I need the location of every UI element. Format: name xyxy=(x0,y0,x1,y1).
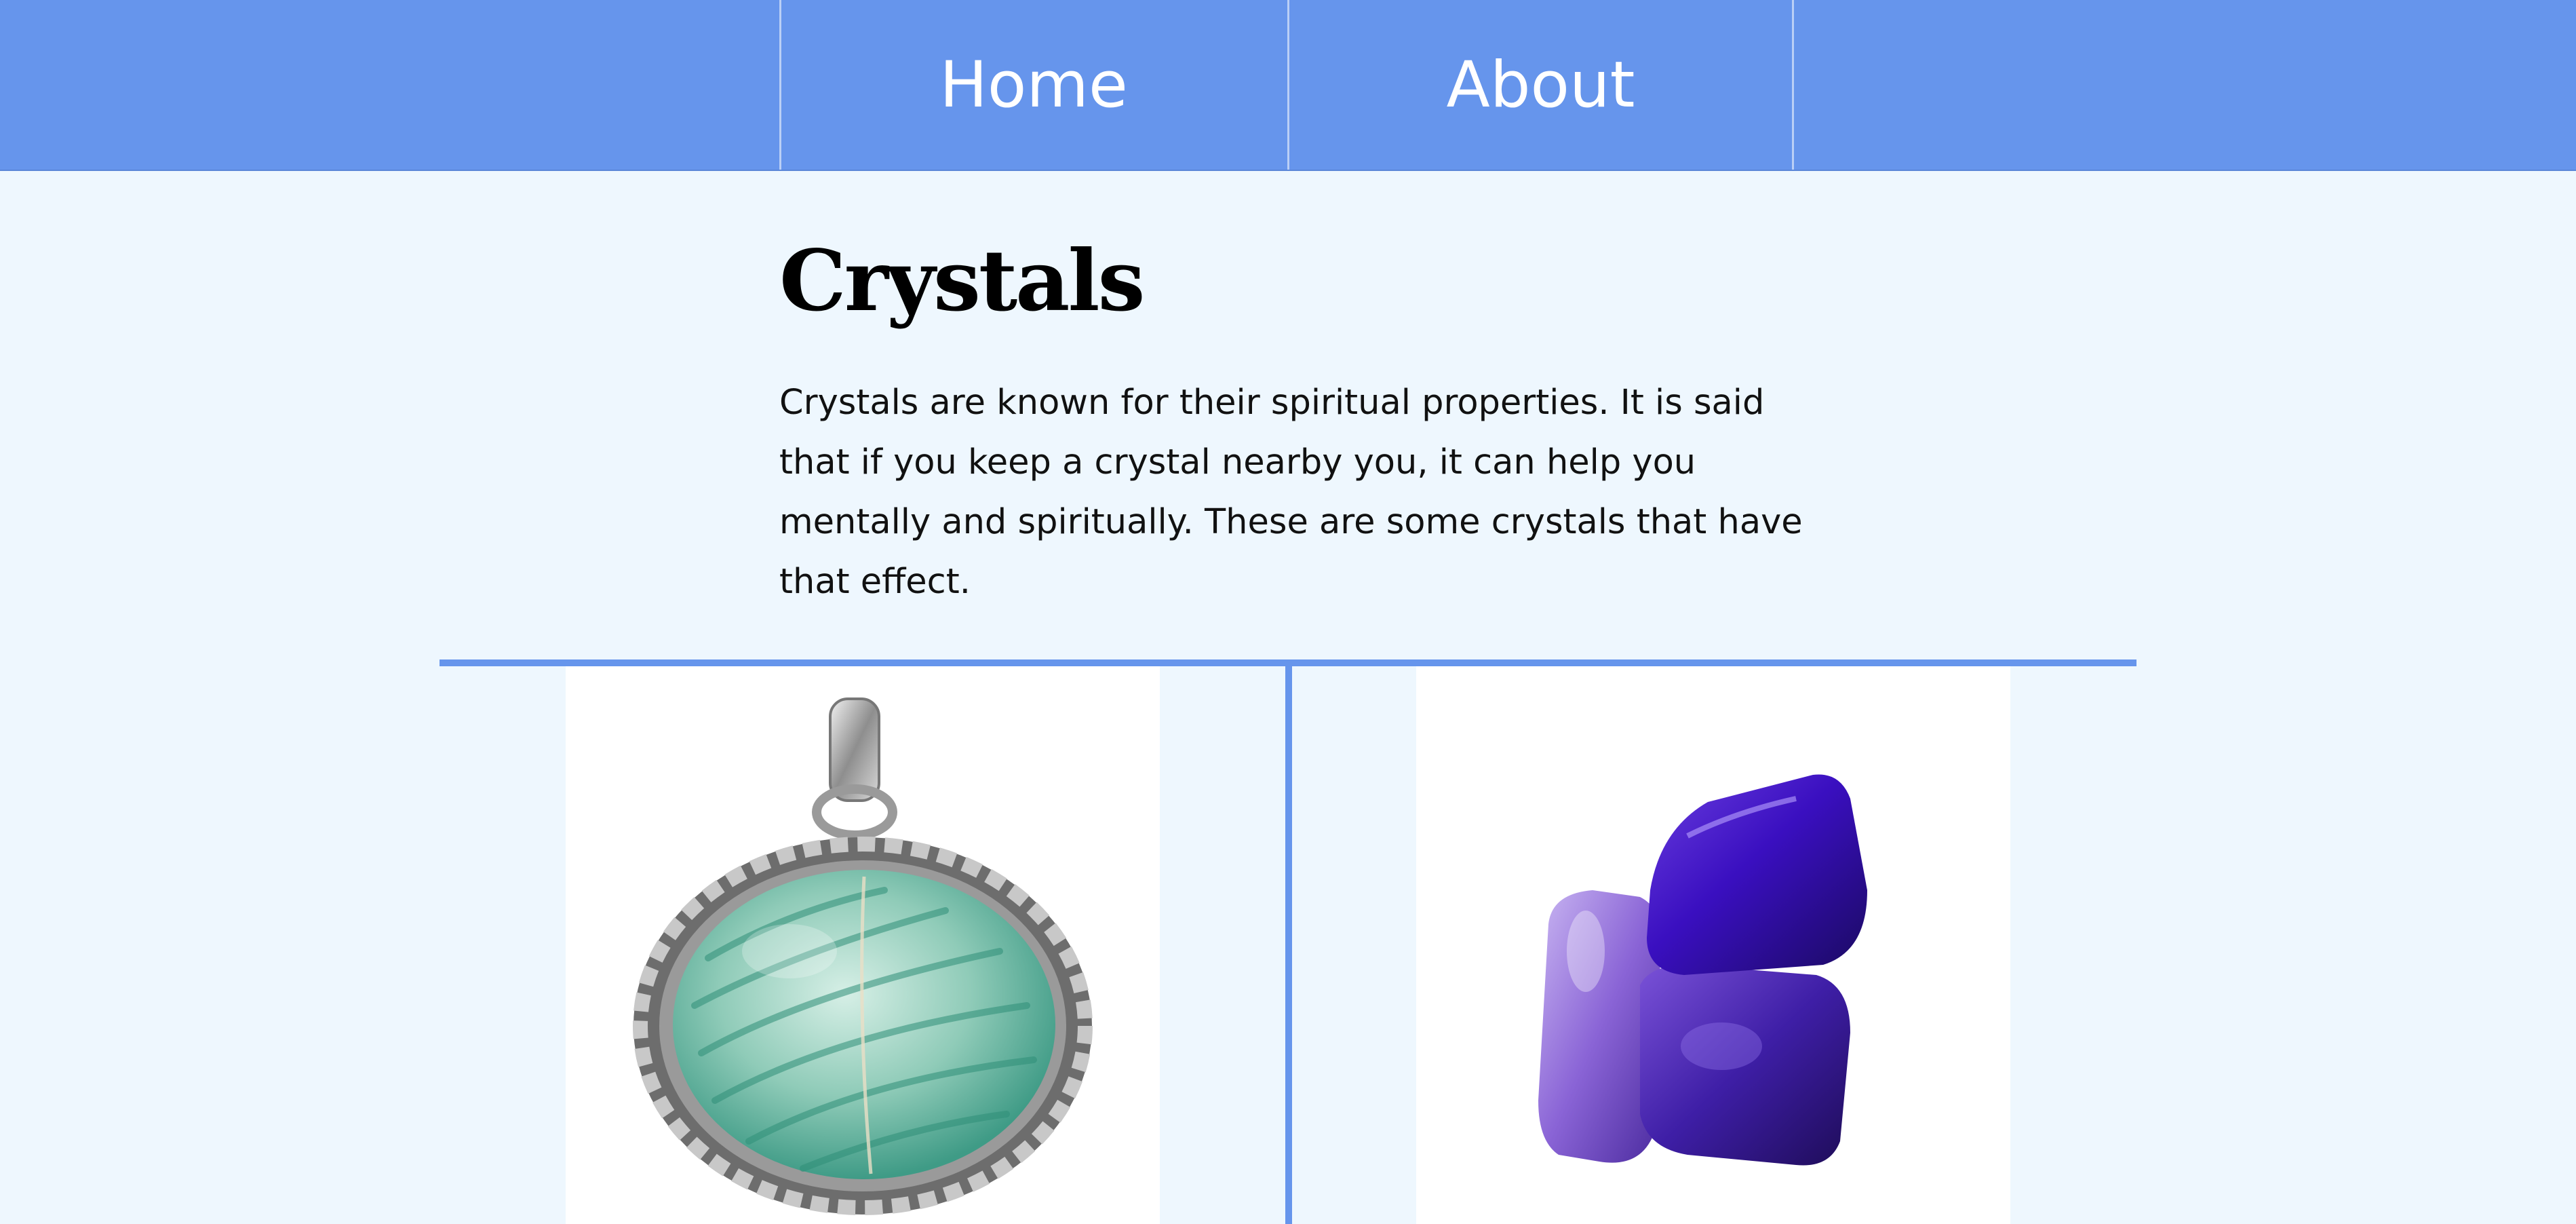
crystal-card-amazonite xyxy=(566,666,1160,1224)
top-navigation-bar: Home About xyxy=(0,0,2576,171)
amethyst-stones-image xyxy=(1538,774,1867,1166)
intro-paragraph: Crystals are known for their spiritual p… xyxy=(779,383,1803,602)
nav-home-link[interactable]: Home xyxy=(779,0,1286,170)
crystal-gallery xyxy=(440,659,2136,1224)
nav-about-link[interactable]: About xyxy=(1287,0,1794,170)
main-content: Crystals Crystals are known for their sp… xyxy=(779,231,1810,612)
page-title: Crystals xyxy=(779,232,1145,330)
gallery-divider xyxy=(1285,659,1292,1224)
crystal-card-amethyst xyxy=(1416,666,2010,1224)
amazonite-pendant-image xyxy=(633,697,1093,1215)
